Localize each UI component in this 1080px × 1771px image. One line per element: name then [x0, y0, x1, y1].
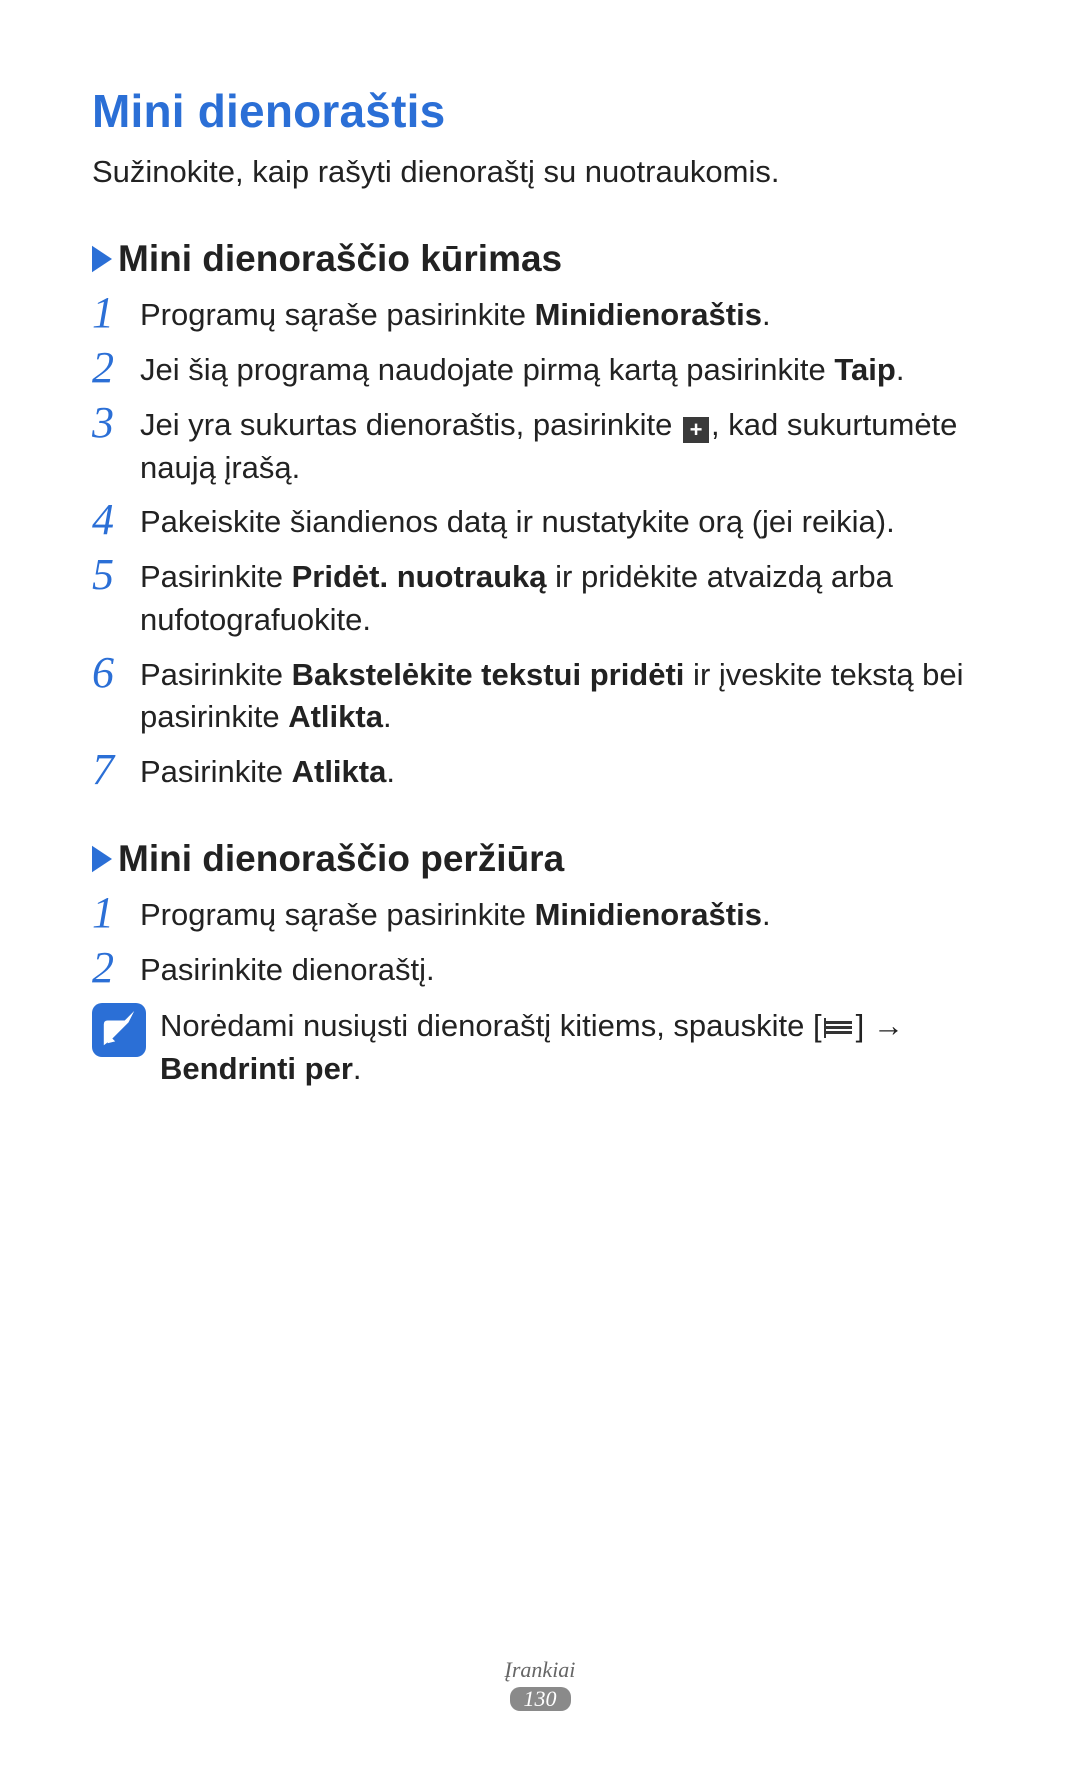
step-number: 1 — [92, 890, 140, 936]
step-item: 1 Programų sąraše pasirinkite Minidienor… — [92, 290, 990, 337]
step-number: 4 — [92, 497, 140, 543]
section-heading-view: Mini dienoraščio peržiūra — [92, 838, 990, 880]
page-number: 130 — [510, 1687, 571, 1711]
plus-icon: + — [683, 417, 709, 443]
steps-list-create: 1 Programų sąraše pasirinkite Minidienor… — [92, 290, 990, 794]
step-number: 2 — [92, 345, 140, 391]
step-text: Pasirinkite Bakstelėkite tekstui pridėti… — [140, 650, 990, 740]
steps-list-view: 1 Programų sąraše pasirinkite Minidienor… — [92, 890, 990, 992]
step-item: 7 Pasirinkite Atlikta. — [92, 747, 990, 794]
intro-text: Sužinokite, kaip rašyti dienoraštį su nu… — [92, 152, 990, 192]
step-number: 5 — [92, 552, 140, 598]
step-number: 1 — [92, 290, 140, 336]
step-text: Programų sąraše pasirinkite Minidienoraš… — [140, 890, 771, 937]
step-number: 7 — [92, 747, 140, 793]
section-heading-create: Mini dienoraščio kūrimas — [92, 238, 990, 280]
section-title: Mini dienoraščio peržiūra — [118, 838, 564, 880]
note-text: Norėdami nusiųsti dienoraštį kitiems, sp… — [160, 1003, 904, 1091]
step-item: 2 Pasirinkite dienoraštį. — [92, 945, 990, 992]
step-number: 3 — [92, 400, 140, 446]
step-item: 3 Jei yra sukurtas dienoraštis, pasirink… — [92, 400, 990, 490]
step-item: 5 Pasirinkite Pridėt. nuotrauką ir pridė… — [92, 552, 990, 642]
note-block: Norėdami nusiųsti dienoraštį kitiems, sp… — [92, 1003, 990, 1091]
step-text: Pasirinkite Pridėt. nuotrauką ir pridėki… — [140, 552, 990, 642]
step-text: Jei yra sukurtas dienoraštis, pasirinkit… — [140, 400, 990, 490]
page-title: Mini dienoraštis — [92, 84, 990, 138]
document-page: Mini dienoraštis Sužinokite, kaip rašyti… — [0, 0, 1080, 1091]
step-text: Jei šią programą naudojate pirmą kartą p… — [140, 345, 904, 392]
footer-category: Įrankiai — [0, 1657, 1080, 1683]
step-item: 1 Programų sąraše pasirinkite Minidienor… — [92, 890, 990, 937]
step-item: 4 Pakeiskite šiandienos datą ir nustatyk… — [92, 497, 990, 544]
step-text: Pakeiskite šiandienos datą ir nustatykit… — [140, 497, 895, 544]
step-number: 2 — [92, 945, 140, 991]
step-text: Programų sąraše pasirinkite Minidienoraš… — [140, 290, 771, 337]
menu-icon — [824, 1018, 854, 1038]
step-item: 6 Pasirinkite Bakstelėkite tekstui pridė… — [92, 650, 990, 740]
chevron-right-icon — [92, 246, 112, 272]
note-icon — [92, 1003, 146, 1057]
step-text: Pasirinkite Atlikta. — [140, 747, 395, 794]
step-text: Pasirinkite dienoraštį. — [140, 945, 435, 992]
page-footer: Įrankiai 130 — [0, 1657, 1080, 1711]
section-title: Mini dienoraščio kūrimas — [118, 238, 562, 280]
chevron-right-icon — [92, 846, 112, 872]
step-item: 2 Jei šią programą naudojate pirmą kartą… — [92, 345, 990, 392]
step-number: 6 — [92, 650, 140, 696]
